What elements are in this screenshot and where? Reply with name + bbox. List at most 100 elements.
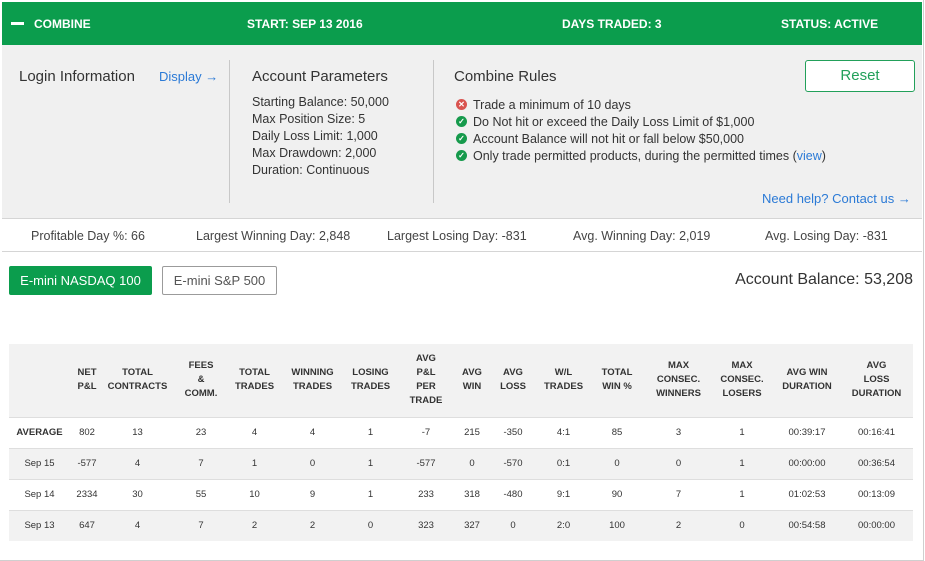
table-cell: 0 <box>486 509 540 541</box>
table-cell: 1 <box>710 416 774 448</box>
tab-emini-sp500[interactable]: E-mini S&P 500 <box>162 266 277 295</box>
table-cell: 2:0 <box>540 509 587 541</box>
table-cell: 1 <box>347 416 394 448</box>
reset-button[interactable]: Reset <box>805 60 915 92</box>
param-max-drawdown: Max Drawdown: 2,000 <box>252 146 377 160</box>
table-cell: 00:13:09 <box>840 478 913 510</box>
days-traded: DAYS TRADED: 3 <box>562 17 662 31</box>
table-header-row: NET P&L TOTAL CONTRACTS FEES & COMM. TOTAL TR… <box>9 344 913 417</box>
table-cell: 4 <box>104 509 171 541</box>
table-cell: 2 <box>278 509 347 541</box>
table-cell: 215 <box>458 416 486 448</box>
status-label: STATUS: ACTIVE <box>781 17 879 31</box>
table-cell: 3 <box>647 416 710 448</box>
table-cell: 1 <box>710 447 774 479</box>
check-circle-icon: ✓ <box>456 150 467 161</box>
stat-largest-losing-day: Largest Losing Day: -831 <box>387 229 527 243</box>
trading-stats-table: NET P&L TOTAL CONTRACTS FEES & COMM. TOTAL TR… <box>9 344 913 541</box>
table-cell: 2334 <box>70 478 104 510</box>
column-header: AVG LOSS <box>486 344 540 417</box>
table-cell: 30 <box>104 478 171 510</box>
table-cell: 9 <box>278 478 347 510</box>
table-cell: 0:1 <box>540 447 587 479</box>
column-header: W/L TRADES <box>540 344 587 417</box>
info-panel: Login Information Display → Account Para… <box>2 45 922 218</box>
table-cell: 0 <box>347 509 394 541</box>
table-cell: -570 <box>486 447 540 479</box>
column-header: TOTAL WIN % <box>587 344 647 417</box>
column-header: MAX CONSEC. LOSERS <box>710 344 774 417</box>
account-parameters-heading: Account Parameters <box>252 68 388 85</box>
table-cell: 00:36:54 <box>840 447 913 479</box>
combine-header[interactable]: COMBINE START: SEP 13 2016 DAYS TRADED: … <box>2 2 922 45</box>
view-permitted-link[interactable]: view <box>797 149 822 163</box>
divider <box>229 60 230 203</box>
column-header: FEES & COMM. <box>171 344 231 417</box>
combine-title: COMBINE <box>34 17 91 31</box>
table-cell: 00:16:41 <box>840 416 913 448</box>
table-cell: 0 <box>647 447 710 479</box>
column-header: MAX CONSEC. WINNERS <box>647 344 710 417</box>
table-row: Sep 14 2334 30 55 10 9 1 233 318 -480 9:1 90 7 1 01:02… <box>9 478 913 510</box>
table-cell: 13 <box>104 416 171 448</box>
table-cell: 01:02:53 <box>774 478 840 510</box>
column-header: AVG WIN <box>458 344 486 417</box>
table-cell: 1 <box>231 447 278 479</box>
table-cell: 7 <box>171 447 231 479</box>
column-header: LOSING TRADES <box>347 344 394 417</box>
column-header: WINNING TRADES <box>278 344 347 417</box>
column-header: NET P&L <box>70 344 104 417</box>
table-cell: -480 <box>486 478 540 510</box>
stats-bar: Profitable Day %: 66 Largest Winning Day… <box>2 218 922 252</box>
table-cell: 10 <box>231 478 278 510</box>
table-cell: 4:1 <box>540 416 587 448</box>
rule-min-balance: ✓ Account Balance will not hit or fall b… <box>456 130 744 147</box>
table-cell: 4 <box>278 416 347 448</box>
divider <box>433 60 434 203</box>
tab-emini-nasdaq[interactable]: E-mini NASDAQ 100 <box>9 266 152 295</box>
table-cell: 00:00:00 <box>774 447 840 479</box>
rule-text: Only trade permitted products, during th… <box>473 148 797 163</box>
table-cell: 100 <box>587 509 647 541</box>
contact-us-link[interactable]: Need help? Contact us → <box>762 191 911 206</box>
stat-largest-winning-day: Largest Winning Day: 2,848 <box>196 229 351 243</box>
rule-text: Trade a minimum of 10 days <box>473 97 631 112</box>
rule-permitted-products: ✓ Only trade permitted products, during … <box>456 147 826 164</box>
table-cell: 90 <box>587 478 647 510</box>
table-cell: 2 <box>647 509 710 541</box>
column-header: TOTAL CONTRACTS <box>104 344 171 417</box>
table-cell: 00:00:00 <box>840 509 913 541</box>
rule-text: Do Not hit or exceed the Daily Loss Limi… <box>473 114 755 129</box>
row-label: Sep 13 <box>9 509 70 541</box>
table-cell: 327 <box>458 509 486 541</box>
check-circle-icon: ✓ <box>456 133 467 144</box>
table-cell: 1 <box>347 478 394 510</box>
table-cell: -7 <box>394 416 458 448</box>
rule-daily-loss: ✓ Do Not hit or exceed the Daily Loss Li… <box>456 113 754 130</box>
table-cell: 1 <box>347 447 394 479</box>
display-login-link[interactable]: Display → <box>159 69 218 84</box>
table-cell: 4 <box>104 447 171 479</box>
param-duration: Duration: Continuous <box>252 163 370 177</box>
table-cell: 1 <box>710 478 774 510</box>
check-circle-icon: ✓ <box>456 116 467 127</box>
row-label: Sep 14 <box>9 478 70 510</box>
table-cell: 4 <box>231 416 278 448</box>
table-cell: 55 <box>171 478 231 510</box>
minus-icon[interactable] <box>11 22 24 25</box>
table-cell: 0 <box>278 447 347 479</box>
table-cell: 323 <box>394 509 458 541</box>
param-max-position: Max Position Size: 5 <box>252 112 366 126</box>
rule-min-days: ✕ Trade a minimum of 10 days <box>456 96 631 113</box>
table-cell: 7 <box>647 478 710 510</box>
login-info-heading: Login Information <box>19 68 135 85</box>
table-cell: -577 <box>394 447 458 479</box>
table-cell: 00:39:17 <box>774 416 840 448</box>
x-circle-icon: ✕ <box>456 99 467 110</box>
table-cell: 233 <box>394 478 458 510</box>
table-row: Sep 15 -577 4 7 1 0 1 -577 0 -570 0:1 0 0 1 00:00:00 00… <box>9 447 913 479</box>
average-row: AVERAGE 802 13 23 4 4 1 -7 215 -350 4:1 85 3 1 00:39:1… <box>9 416 913 448</box>
param-starting-balance: Starting Balance: 50,000 <box>252 95 389 109</box>
column-header: AVG WIN DURATION <box>774 344 840 417</box>
column-header: AVG P&L PER TRADE <box>394 344 458 417</box>
